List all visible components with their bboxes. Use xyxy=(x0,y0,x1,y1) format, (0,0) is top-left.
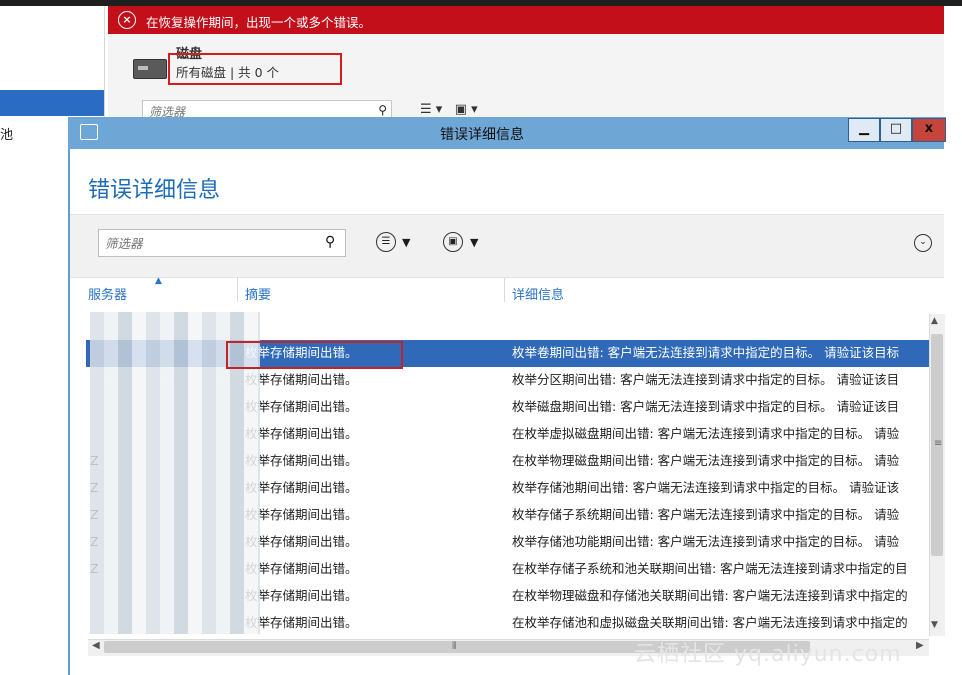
search-icon[interactable]: ⚲ xyxy=(378,103,387,117)
nav-item-selected[interactable] xyxy=(0,90,104,116)
error-banner-text: 在恢复操作期间，出现一个或多个错误。 xyxy=(146,15,372,30)
search-icon[interactable]: ⚲ xyxy=(325,234,335,250)
cell-detail: 枚举存储池期间出错: 客户端无法连接到请求中指定的目标。 请验证该 xyxy=(512,480,900,495)
annotation-box xyxy=(226,341,403,369)
grip-icon: ⦀ xyxy=(452,641,457,652)
minimize-button[interactable]: ▁ xyxy=(848,118,880,142)
cell-summary: 枚举存储期间出错。 xyxy=(245,615,358,630)
chevron-down-icon[interactable]: ▼ xyxy=(470,236,478,249)
close-button[interactable]: x xyxy=(912,118,946,142)
column-divider[interactable] xyxy=(237,278,238,302)
save-icon[interactable]: ▣ xyxy=(443,232,463,252)
cell-detail: 枚举存储子系统期间出错: 客户端无法连接到请求中指定的目标。 请验 xyxy=(512,507,900,522)
cell-summary: 枚举存储期间出错。 xyxy=(245,426,358,441)
maximize-button[interactable]: □ xyxy=(880,118,912,142)
cell-detail: 在枚举物理磁盘期间出错: 客户端无法连接到请求中指定的目标。 请验 xyxy=(512,453,900,468)
list-view-icon[interactable]: ☰ xyxy=(376,232,396,252)
cell-summary: 枚举存储期间出错。 xyxy=(245,588,358,603)
background-toolbar-icons[interactable]: ☰ ▾ ▣ ▾ xyxy=(420,102,478,117)
annotation-box xyxy=(168,53,342,85)
expand-icon[interactable]: ⌄ xyxy=(914,234,932,252)
dialog-title: 错误详细信息 xyxy=(440,127,524,143)
cell-summary: 枚举存储期间出错。 xyxy=(245,507,358,522)
cell-detail: 在枚举存储池和虚拟磁盘关联期间出错: 客户端无法连接到请求中指定的 xyxy=(512,615,908,630)
cell-detail: 在枚举存储子系统和池关联期间出错: 客户端无法连接到请求中指定的目 xyxy=(512,561,908,576)
cell-summary: 枚举存储期间出错。 xyxy=(245,534,358,549)
cell-summary: 枚举存储期间出错。 xyxy=(245,561,358,576)
filter-field[interactable] xyxy=(98,229,346,257)
filter-input[interactable] xyxy=(103,233,317,253)
cell-detail: 在枚举物理磁盘和存储池关联期间出错: 客户端无法连接到请求中指定的 xyxy=(512,588,908,603)
scroll-left-icon[interactable]: ◀ xyxy=(92,640,100,651)
cell-summary: 枚举存储期间出错。 xyxy=(245,372,358,387)
page-title: 错误详细信息 xyxy=(88,178,221,203)
cell-detail: 枚举分区期间出错: 客户端无法连接到请求中指定的目标。 请验证该目 xyxy=(512,372,900,387)
grip-icon: ≡ xyxy=(934,438,943,449)
column-header-detail[interactable]: 详细信息 xyxy=(512,284,564,303)
sort-ascending-icon: ▲ xyxy=(155,276,162,286)
cell-detail: 枚举磁盘期间出错: 客户端无法连接到请求中指定的目标。 请验证该目 xyxy=(512,399,900,414)
column-divider[interactable] xyxy=(504,278,505,302)
cell-detail: 在枚举虚拟磁盘期间出错: 客户端无法连接到请求中指定的目标。 请验 xyxy=(512,426,900,441)
cell-summary: 枚举存储期间出错。 xyxy=(245,399,358,414)
disk-icon xyxy=(133,59,167,79)
cell-detail: 枚举卷期间出错: 客户端无法连接到请求中指定的目标。 请验证该目标 xyxy=(512,345,900,360)
scroll-down-icon[interactable]: ▼ xyxy=(931,620,938,630)
nav-item-label: 池 xyxy=(0,128,14,143)
app-icon xyxy=(80,124,98,140)
scroll-right-icon[interactable]: ▶ xyxy=(916,640,924,651)
watermark: 云栖社区 yq.aliyun.com xyxy=(634,642,902,667)
chevron-down-icon[interactable]: ▼ xyxy=(402,236,410,249)
scroll-up-icon[interactable]: ▲ xyxy=(931,316,938,326)
error-banner: × 在恢复操作期间，出现一个或多个错误。 xyxy=(108,6,944,34)
error-icon: × xyxy=(118,11,136,29)
cell-detail: 枚举存储池功能期间出错: 客户端无法连接到请求中指定的目标。 请验 xyxy=(512,534,900,549)
column-header-server[interactable]: 服务器 xyxy=(88,284,127,303)
column-header-summary[interactable]: 摘要 xyxy=(245,284,271,303)
cell-summary: 枚举存储期间出错。 xyxy=(245,453,358,468)
cell-summary: 枚举存储期间出错。 xyxy=(245,480,358,495)
